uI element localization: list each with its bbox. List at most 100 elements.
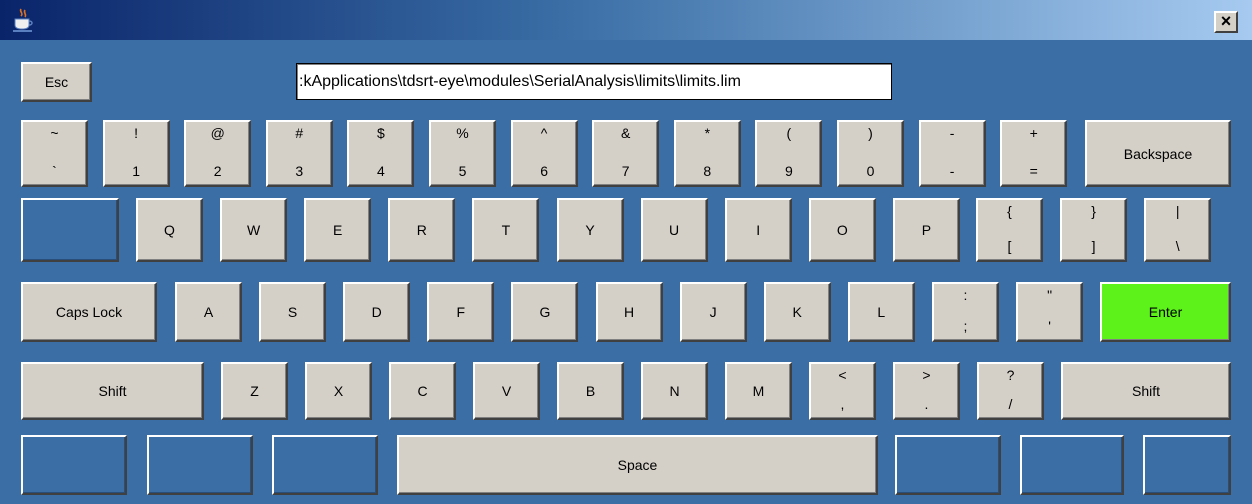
key-base-char: ` xyxy=(52,163,57,179)
key-letter-q[interactable]: Q xyxy=(136,198,203,262)
key-letter-p[interactable]: P xyxy=(892,198,960,262)
key-letter-z[interactable]: Z xyxy=(221,362,288,420)
key-num-4[interactable]: $4 xyxy=(347,120,415,187)
key-base-char: 0 xyxy=(866,163,875,179)
key-shift-char: ~ xyxy=(50,125,59,141)
key-esc[interactable]: Esc xyxy=(21,62,92,102)
key-base-char: 9 xyxy=(784,163,793,179)
close-button[interactable]: × xyxy=(1214,11,1238,33)
key-shift-char: - xyxy=(949,125,955,141)
key-num-5[interactable]: % 5 xyxy=(429,120,496,187)
key-shift-char: # xyxy=(295,125,304,141)
key-shift-char: < xyxy=(838,367,847,383)
key-shift-char: * xyxy=(704,125,711,141)
key-base-char: , xyxy=(840,396,845,412)
key-num-3[interactable]: #3 xyxy=(265,120,333,187)
key-sym-r4-0[interactable]: <, xyxy=(809,362,876,420)
key-caps-lock[interactable]: Caps Lock xyxy=(21,282,157,342)
key-sym-r2-1[interactable]: }] xyxy=(1060,198,1128,262)
key-shift-char: > xyxy=(922,367,931,383)
key-num-9[interactable]: (9 xyxy=(755,120,823,187)
key-letter-e[interactable]: E xyxy=(304,198,372,262)
java-coffee-cup-icon xyxy=(13,8,33,32)
key-letter-v[interactable]: V xyxy=(473,362,540,420)
key-shift-char: | xyxy=(1175,203,1180,219)
key-base-char: . xyxy=(924,396,929,412)
key-base-char: 2 xyxy=(213,163,222,179)
virtual-keyboard-window: × Esc :kApplications\tdsrt-eye\modules\S… xyxy=(0,0,1252,504)
key-letter-n[interactable]: N xyxy=(641,362,708,420)
key-num-1[interactable]: ! 1 xyxy=(102,120,170,187)
key-base-char: \ xyxy=(1175,238,1180,254)
key-enter[interactable]: Enter xyxy=(1100,282,1231,342)
key-base-char: = xyxy=(1029,163,1038,179)
key-base-char: 1 xyxy=(132,163,140,179)
key-letter-h[interactable]: H xyxy=(595,282,663,342)
key-base-char: 3 xyxy=(295,163,304,179)
key-backspace[interactable]: Backspace xyxy=(1085,120,1231,187)
key-num-7[interactable]: & 7 xyxy=(592,120,660,187)
key-letter-k[interactable]: K xyxy=(763,282,831,342)
key-num-2[interactable]: @2 xyxy=(184,120,252,187)
key-base-char: 7 xyxy=(621,163,630,179)
key-letter-j[interactable]: J xyxy=(679,282,747,342)
key-base-char: 6 xyxy=(540,163,548,179)
key-num-12[interactable]: + = xyxy=(1000,120,1068,187)
key-blank-5[interactable] xyxy=(1020,435,1124,495)
key-letter-o[interactable]: O xyxy=(808,198,876,262)
key-letter-y[interactable]: Y xyxy=(556,198,624,262)
key-letter-f[interactable]: F xyxy=(427,282,495,342)
key-sym-r4-1[interactable]: >. xyxy=(893,362,960,420)
key-shift-char: } xyxy=(1091,203,1096,219)
key-shift-char: { xyxy=(1007,203,1012,219)
key-blank-4[interactable] xyxy=(895,435,1001,495)
key-letter-x[interactable]: X xyxy=(305,362,372,420)
key-num-6[interactable]: ^ 6 xyxy=(510,120,578,187)
key-sym-r3-1[interactable]: " ' xyxy=(1016,282,1084,342)
key-sym-r2-0[interactable]: {[ xyxy=(976,198,1043,262)
key-base-char: ] xyxy=(1091,238,1096,254)
key-shift-char: ? xyxy=(1006,367,1015,383)
key-num-8[interactable]: * 8 xyxy=(673,120,741,187)
key-shift-char: " xyxy=(1047,287,1053,303)
key-letter-d[interactable]: D xyxy=(343,282,411,342)
key-base-char: ; xyxy=(963,318,968,334)
key-sym-r4-2[interactable]: ? / xyxy=(977,362,1044,420)
key-num-11[interactable]: -- xyxy=(918,120,986,187)
key-blank-6[interactable] xyxy=(1143,435,1231,495)
key-shift-char: ) xyxy=(868,125,873,141)
key-space[interactable]: Space xyxy=(397,435,878,495)
key-blank-3[interactable] xyxy=(272,435,378,495)
key-shift-left[interactable]: Shift xyxy=(21,362,204,420)
title-bar[interactable]: × xyxy=(0,0,1252,40)
key-base-char: [ xyxy=(1007,238,1012,254)
key-letter-u[interactable]: U xyxy=(640,198,708,262)
key-letter-i[interactable]: I xyxy=(724,198,792,262)
path-input[interactable]: :kApplications\tdsrt-eye\modules\SerialA… xyxy=(296,63,892,100)
key-shift-char: ( xyxy=(786,125,792,141)
key-shift-char: + xyxy=(1029,125,1038,141)
key-tab-blank[interactable] xyxy=(21,198,119,262)
key-letter-b[interactable]: B xyxy=(557,362,624,420)
key-base-char: ' xyxy=(1048,318,1051,334)
key-num-10[interactable]: ) 0 xyxy=(837,120,904,187)
key-sym-r3-0[interactable]: :; xyxy=(932,282,999,342)
key-letter-c[interactable]: C xyxy=(389,362,456,420)
key-letter-a[interactable]: A xyxy=(175,282,242,342)
key-shift-char: ^ xyxy=(540,125,548,141)
key-shift-char: $ xyxy=(376,125,385,141)
key-blank-2[interactable] xyxy=(147,435,253,495)
key-shift-char: ! xyxy=(134,125,139,141)
key-shift-char: @ xyxy=(210,125,225,141)
key-letter-s[interactable]: S xyxy=(259,282,327,342)
key-letter-l[interactable]: L xyxy=(847,282,915,342)
key-shift-right[interactable]: Shift xyxy=(1061,362,1231,420)
key-letter-g[interactable]: G xyxy=(511,282,579,342)
key-letter-r[interactable]: R xyxy=(388,198,456,262)
key-letter-w[interactable]: W xyxy=(220,198,288,262)
key-blank-1[interactable] xyxy=(21,435,127,495)
key-letter-m[interactable]: M xyxy=(725,362,792,420)
key-num-0[interactable]: ~ ` xyxy=(21,120,88,187)
key-sym-r2-2[interactable]: | \ xyxy=(1144,198,1212,262)
key-letter-t[interactable]: T xyxy=(472,198,540,262)
